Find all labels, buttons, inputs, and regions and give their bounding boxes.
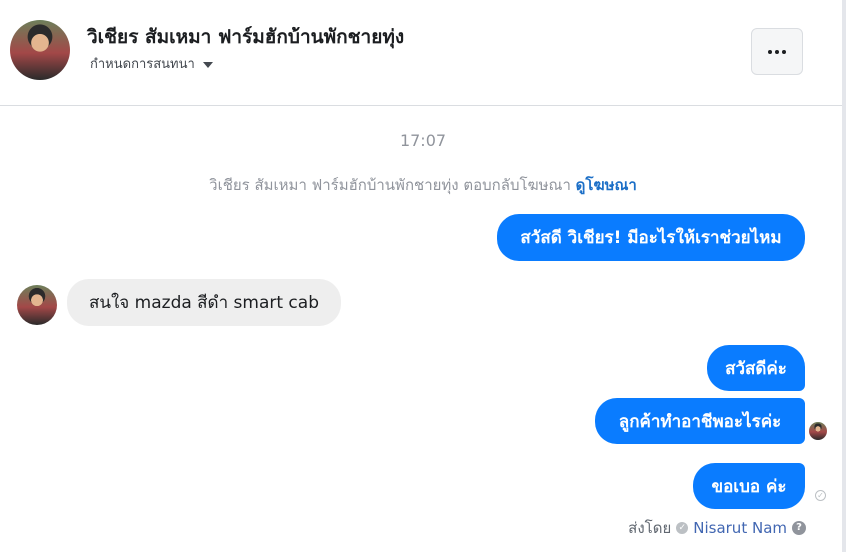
- scrollbar[interactable]: [842, 0, 846, 552]
- incoming-message[interactable]: สนใจ mazda สีดำ smart cab: [67, 279, 341, 326]
- contact-avatar-small[interactable]: [17, 285, 57, 325]
- conversation-header: วิเชียร สัมเหมา ฟาร์มฮักบ้านพักชายทุ่ง ก…: [0, 0, 846, 106]
- verified-badge-icon: ✓: [676, 522, 689, 534]
- sent-by-label: ส่งโดย: [628, 519, 672, 537]
- caret-down-icon: [202, 62, 213, 68]
- sender-name[interactable]: Nisarut Nam: [693, 519, 787, 537]
- sent-by-info: ส่งโดย ✓ Nisarut Nam ?: [628, 516, 806, 540]
- more-horizontal-icon: [768, 49, 772, 54]
- contact-name[interactable]: วิเชียร สัมเหมา ฟาร์มฮักบ้านพักชายทุ่ง: [87, 22, 404, 52]
- conversation-settings-dropdown[interactable]: กำหนดการสนทนา: [90, 53, 213, 74]
- ad-reply-notice-text: วิเชียร สัมเหมา ฟาร์มฮักบ้านพักชายทุ่ง ต…: [209, 176, 571, 194]
- outgoing-message[interactable]: สวัสดีค่ะ: [707, 345, 805, 391]
- ad-reply-notice: วิเชียร สัมเหมา ฟาร์มฮักบ้านพักชายทุ่ง ต…: [0, 173, 846, 197]
- conversation-settings-label: กำหนดการสนทนา: [90, 57, 195, 72]
- delivered-check-icon: ✓: [815, 490, 826, 501]
- outgoing-message[interactable]: สวัสดี วิเชียร! มีอะไรให้เราช่วยไหม: [497, 214, 805, 261]
- outgoing-message[interactable]: ขอเบอ ค่ะ: [693, 463, 805, 509]
- message-timestamp: 17:07: [399, 131, 447, 150]
- seen-by-avatar: [809, 422, 827, 440]
- view-ad-link[interactable]: ดูโฆษณา: [576, 176, 637, 194]
- question-mark-icon[interactable]: ?: [792, 521, 806, 535]
- contact-avatar[interactable]: [10, 20, 70, 80]
- outgoing-message[interactable]: ลูกค้าทำอาชีพอะไรค่ะ: [595, 398, 805, 444]
- more-options-button[interactable]: [751, 28, 803, 75]
